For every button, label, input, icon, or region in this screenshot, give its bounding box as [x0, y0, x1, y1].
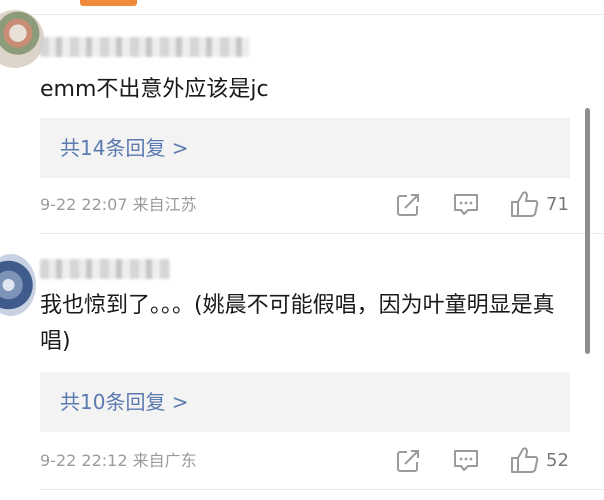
- comment-text: 我也惊到了。。。(姚晨不可能假唱，因为叶童明显是真唱): [40, 293, 555, 354]
- avatar[interactable]: [0, 254, 36, 316]
- comment-icon[interactable]: [452, 449, 480, 473]
- thumbs-up-icon[interactable]: [510, 446, 540, 474]
- replies-button[interactable]: 共14条回复 >: [40, 118, 570, 178]
- thumbs-up-icon[interactable]: [510, 190, 540, 218]
- comment-divider: [40, 233, 604, 234]
- comment-text: emm不出意外应该是jc: [40, 77, 269, 102]
- username-blurred[interactable]: [40, 258, 170, 280]
- like-count: 71: [546, 194, 569, 215]
- comment-item: emm不出意外应该是jc 共14条回复 > 9-22 22:07 来自江苏 71: [0, 0, 604, 232]
- comment-divider: [40, 489, 604, 490]
- avatar[interactable]: [0, 10, 44, 68]
- comment-item: 我也惊到了。。。(姚晨不可能假唱，因为叶童明显是真唱) 共10条回复 > 9-2…: [0, 246, 604, 500]
- share-icon[interactable]: [396, 193, 422, 217]
- replies-label: 共14条回复 >: [60, 136, 189, 160]
- username-blurred[interactable]: [40, 36, 250, 58]
- like-count: 52: [546, 450, 569, 471]
- comment-meta: 9-22 22:07 来自江苏: [40, 195, 197, 214]
- comment-icon[interactable]: [452, 193, 480, 217]
- replies-label: 共10条回复 >: [60, 390, 189, 414]
- scrollbar[interactable]: [585, 108, 590, 354]
- replies-button[interactable]: 共10条回复 >: [40, 372, 570, 432]
- share-icon[interactable]: [396, 449, 422, 473]
- comment-meta: 9-22 22:12 来自广东: [40, 451, 197, 470]
